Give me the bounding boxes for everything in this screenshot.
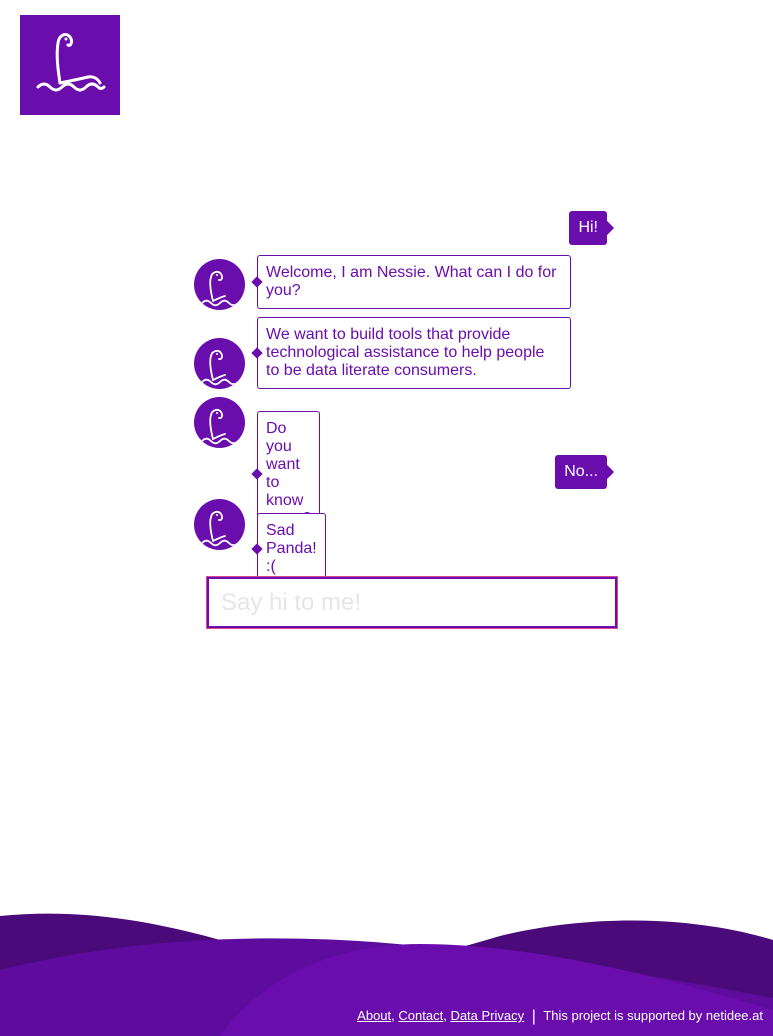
message-text: We want to build tools that provide tech… — [266, 326, 545, 379]
nessie-logo-icon[interactable] — [20, 15, 120, 115]
data-privacy-link[interactable]: Data Privacy — [450, 1008, 524, 1023]
chat-page: Hi! Welcome, I am Nessie. What can I do … — [0, 0, 773, 1036]
nessie-avatar-icon — [194, 499, 245, 550]
bot-message: Sad Panda! :( — [257, 513, 326, 585]
nessie-avatar-icon — [194, 338, 245, 389]
message-text: No... — [564, 463, 598, 480]
about-link[interactable]: About — [357, 1008, 391, 1023]
user-message: No... — [555, 455, 607, 489]
message-text: Hi! — [578, 219, 598, 236]
nessie-avatar-icon — [194, 259, 245, 310]
message-text: Sad Panda! :( — [266, 522, 317, 575]
message-text: Welcome, I am Nessie. What can I do for … — [266, 264, 557, 299]
bot-message: Welcome, I am Nessie. What can I do for … — [257, 255, 571, 309]
contact-link[interactable]: Contact — [398, 1008, 443, 1023]
user-message: Hi! — [569, 211, 607, 245]
footer-support-text: This project is supported by netidee.at — [543, 1008, 763, 1023]
bot-message: We want to build tools that provide tech… — [257, 317, 571, 389]
message-text: Do you want to know more? — [266, 420, 311, 527]
nessie-avatar-icon — [194, 397, 245, 448]
footer-separator: | — [531, 1008, 536, 1025]
chat-input[interactable] — [206, 576, 618, 629]
footer: About, Contact, Data Privacy | This proj… — [357, 1008, 763, 1025]
